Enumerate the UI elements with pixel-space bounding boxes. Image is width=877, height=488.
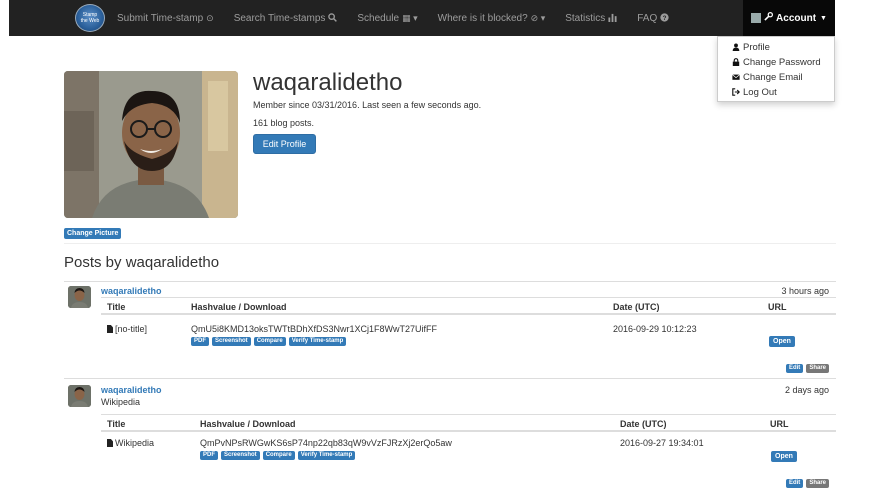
nav-label: Schedule [357, 12, 400, 24]
col-date: Date (UTC) [620, 419, 667, 429]
menu-item-label: Change Password [743, 57, 821, 68]
post-author-link[interactable]: waqaralidetho [101, 385, 162, 395]
bar-chart-icon [608, 13, 617, 24]
nav-faq[interactable]: FAQ ? [637, 13, 669, 24]
chevron-down-icon: ▼ [820, 14, 827, 22]
profile-username: waqaralidetho [253, 69, 403, 96]
post-author-link[interactable]: waqaralidetho [101, 286, 162, 296]
menu-item-change-email[interactable]: Change Email [718, 70, 834, 85]
col-title: Title [107, 419, 126, 429]
clock-icon: ⊙ [206, 12, 214, 23]
post-time-ago: 2 days ago [784, 385, 829, 395]
share-post-button[interactable]: Share [806, 479, 829, 488]
post-subtitle: Wikipedia [101, 397, 141, 407]
edit-post-button[interactable]: Edit [785, 479, 804, 488]
download-buttons: PDF Screenshot Compare Verify Time-stamp [200, 451, 358, 460]
nav-search-timestamps[interactable]: Search Time-stamps [234, 13, 338, 24]
post-title: Wikipedia [115, 438, 155, 448]
file-icon [107, 325, 113, 333]
post-actions: Edit Share [783, 479, 829, 488]
member-since-text: Member since 03/31/2016. Last seen a few… [253, 100, 482, 110]
nav-label: Statistics [565, 12, 606, 24]
col-title: Title [107, 302, 126, 312]
compare-button[interactable]: Compare [253, 337, 286, 346]
nav-menu: Submit Time-stamp ⊙ Search Time-stamps S… [117, 13, 689, 24]
post-time-ago: 3 hours ago [781, 286, 829, 296]
profile-photo [64, 71, 238, 218]
post-entry: waqaralidetho 3 hours ago Title Hashvalu… [64, 281, 836, 377]
divider [64, 243, 836, 244]
post-actions: Edit Share [783, 364, 829, 373]
screenshot-button[interactable]: Screenshot [221, 451, 260, 460]
share-post-button[interactable]: Share [806, 364, 829, 373]
post-date: 2016-09-29 10:12:23 [613, 324, 697, 334]
col-date: Date (UTC) [613, 302, 660, 312]
avatar-icon [751, 13, 762, 23]
screenshot-button[interactable]: Screenshot [212, 337, 251, 346]
col-url: URL [770, 419, 789, 429]
edit-post-button[interactable]: Edit [785, 364, 804, 373]
menu-item-label: Log Out [743, 87, 777, 98]
post-hash: QmU5i8KMD13oksTWTtBDhXfDS3Nwr1XCj1F8WwT2… [191, 324, 438, 334]
menu-item-change-password[interactable]: Change Password [718, 55, 834, 70]
pdf-button[interactable]: PDF [200, 451, 218, 460]
logout-icon [732, 87, 743, 98]
nav-label: FAQ [637, 12, 658, 24]
table-header: Title Hashvalue / Download Date (UTC) UR… [101, 414, 836, 432]
post-hash: QmPvNPsRWGwKS6sP74np22qb83qW9vVzFJRzXj2e… [200, 438, 452, 448]
post-entry: waqaralidetho Wikipedia 2 days ago Title… [64, 378, 836, 488]
nav-label: Search Time-stamps [233, 12, 326, 24]
col-url: URL [768, 302, 787, 312]
envelope-icon [732, 73, 743, 83]
search-icon [328, 12, 338, 24]
post-title: [no-title] [115, 324, 148, 334]
pdf-button[interactable]: PDF [191, 337, 209, 346]
brand-logo[interactable]: Stamp the Web [75, 4, 105, 32]
file-icon [107, 439, 113, 447]
nav-label: Where is it blocked? [437, 12, 528, 24]
account-dropdown-toggle[interactable]: Account ▼ [743, 0, 835, 36]
account-label: Account [776, 12, 817, 24]
wrench-icon [764, 12, 774, 24]
menu-item-profile[interactable]: Profile [718, 40, 834, 55]
question-circle-icon: ? [660, 12, 669, 24]
post-date: 2016-09-27 19:34:01 [620, 438, 704, 448]
post-title-cell: Wikipedia [107, 438, 154, 448]
ban-icon: ⊘ ▾ [530, 12, 546, 23]
menu-item-label: Profile [743, 42, 770, 53]
nav-where-blocked[interactable]: Where is it blocked? ⊘ ▾ [438, 13, 546, 24]
open-url-button[interactable]: Open [769, 336, 795, 347]
top-navbar: Stamp the Web Submit Time-stamp ⊙ Search… [9, 0, 835, 36]
table-header: Title Hashvalue / Download Date (UTC) UR… [101, 297, 836, 315]
col-hash: Hashvalue / Download [191, 302, 287, 312]
compare-button[interactable]: Compare [262, 451, 295, 460]
post-title-cell: [no-title] [107, 324, 147, 334]
calendar-icon: ▦ ▾ [402, 12, 418, 23]
edit-profile-button[interactable]: Edit Profile [253, 134, 316, 154]
posts-heading: Posts by waqaralidetho [64, 254, 220, 271]
svg-text:?: ? [663, 14, 667, 21]
download-buttons: PDF Screenshot Compare Verify Time-stamp [191, 337, 349, 346]
col-hash: Hashvalue / Download [200, 419, 296, 429]
nav-label: Submit Time-stamp [117, 12, 204, 24]
change-picture-button[interactable]: Change Picture [64, 228, 122, 239]
open-url-button[interactable]: Open [771, 451, 797, 462]
menu-item-log-out[interactable]: Log Out [718, 85, 834, 100]
nav-statistics[interactable]: Statistics [565, 13, 617, 24]
brand-line-2: the Web [80, 18, 100, 24]
verify-timestamp-button[interactable]: Verify Time-stamp [297, 451, 356, 460]
nav-schedule[interactable]: Schedule ▦ ▾ [357, 13, 417, 24]
author-avatar[interactable] [68, 385, 91, 407]
author-avatar[interactable] [68, 286, 91, 308]
user-icon [732, 42, 743, 53]
verify-timestamp-button[interactable]: Verify Time-stamp [288, 337, 347, 346]
menu-item-label: Change Email [743, 72, 803, 83]
blog-posts-count: 161 blog posts. [253, 118, 315, 128]
account-menu: Profile Change Password Change Email Log… [717, 36, 835, 102]
nav-submit-timestamp[interactable]: Submit Time-stamp ⊙ [117, 13, 214, 24]
lock-icon [732, 57, 743, 68]
